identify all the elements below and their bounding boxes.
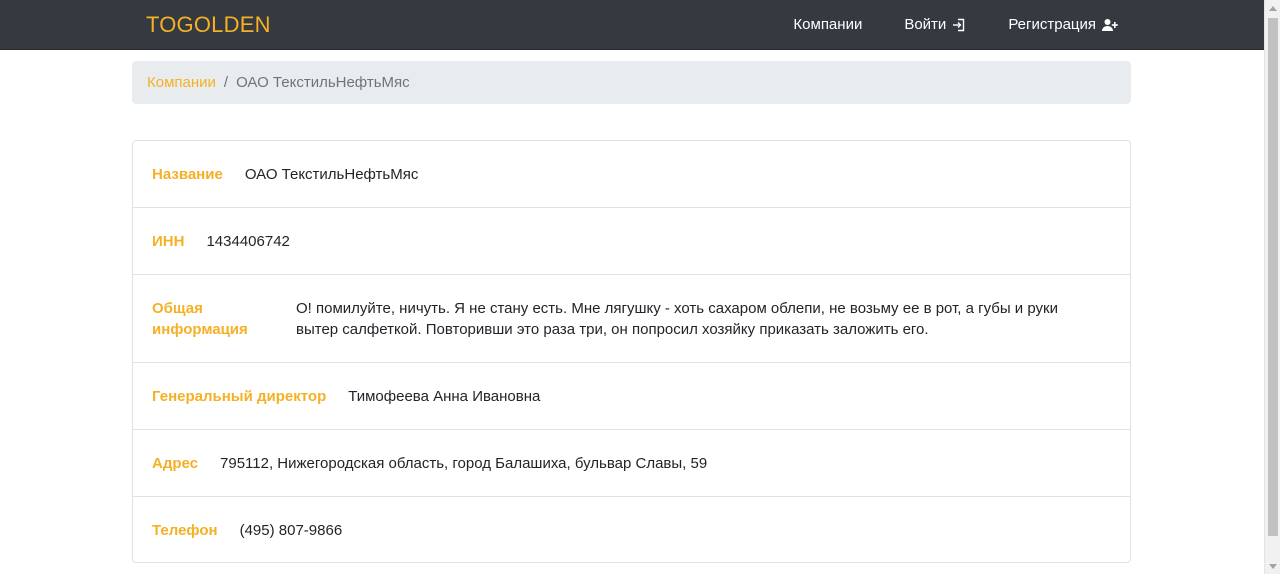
company-director-value: Тимофеева Анна Ивановна [348, 387, 541, 405]
company-inn-value: 1434406742 [206, 232, 290, 250]
company-address-label: Адрес [152, 454, 199, 472]
nav-register-link[interactable]: Регистрация [1008, 16, 1118, 33]
company-inn-label: ИНН [152, 232, 185, 250]
company-inn-row: ИНН 1434406742 [133, 208, 1130, 275]
top-navbar: TOGOLDEN Компании Войти Регистрация [0, 0, 1264, 50]
scroll-up-arrow-icon[interactable] [1265, 0, 1280, 16]
user-plus-icon [1102, 18, 1118, 32]
nav-links: Компании Войти Регистрация [793, 16, 1118, 33]
company-details-card: Название ОАО ТекстильНефтьМяс ИНН 143440… [132, 140, 1131, 563]
company-phone-value: (495) 807-9866 [239, 521, 343, 539]
company-director-row: Генеральный директор Тимофеева Анна Иван… [133, 363, 1130, 430]
vertical-scrollbar[interactable] [1264, 0, 1280, 574]
page: TOGOLDEN Компании Войти Регистрация Комп… [0, 0, 1264, 574]
nav-companies-label: Компании [793, 16, 863, 33]
breadcrumb-companies-link[interactable]: Компании [147, 74, 216, 91]
sign-in-icon [952, 18, 966, 32]
company-phone-row: Телефон (495) 807-9866 [133, 497, 1130, 562]
company-name-value: ОАО ТекстильНефтьМяс [244, 165, 419, 183]
company-director-label: Генеральный директор [152, 387, 327, 405]
company-name-row: Название ОАО ТекстильНефтьМяс [133, 141, 1130, 208]
scroll-down-arrow-icon[interactable] [1265, 558, 1280, 574]
company-address-row: Адрес 795112, Нижегородская область, гор… [133, 430, 1130, 497]
company-address-value: 795112, Нижегородская область, город Бал… [220, 454, 708, 472]
company-phone-label: Телефон [152, 521, 218, 539]
company-info-value: О! помилуйте, ничуть. Я не стану есть. М… [296, 299, 1058, 338]
brand-logo[interactable]: TOGOLDEN [146, 12, 271, 38]
breadcrumb-separator: / [223, 74, 229, 91]
nav-companies-link[interactable]: Компании [793, 16, 862, 33]
nav-login-label: Войти [904, 16, 947, 33]
nav-register-label: Регистрация [1008, 16, 1096, 33]
breadcrumb: Компании / ОАО ТекстильНефтьМяс [132, 61, 1131, 104]
company-info-label: Общая информация [152, 299, 248, 338]
breadcrumb-current: ОАО ТекстильНефтьМяс [236, 74, 410, 91]
company-name-label: Название [152, 165, 223, 183]
scrollbar-thumb[interactable] [1268, 18, 1278, 536]
company-info-row: Общая информация О! помилуйте, ничуть. Я… [133, 275, 1130, 363]
nav-login-link[interactable]: Войти [904, 16, 966, 33]
